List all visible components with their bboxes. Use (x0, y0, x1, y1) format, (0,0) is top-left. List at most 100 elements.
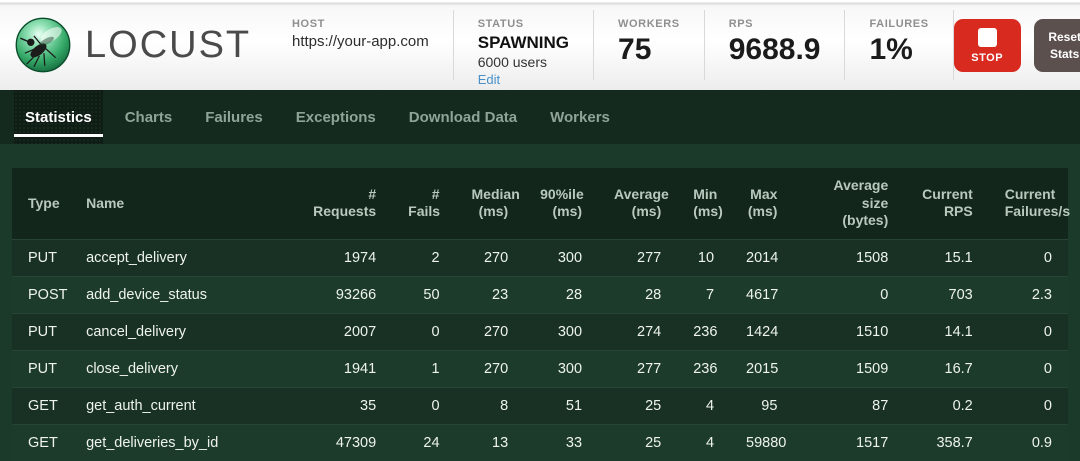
column-header-max[interactable]: Max (ms) (730, 168, 793, 239)
host-info: HOST https://your-app.com (268, 10, 454, 80)
cell-name: accept_delivery (70, 239, 286, 276)
failures-info: FAILURES 1% (845, 10, 953, 80)
cell-max: 95 (730, 387, 793, 424)
cell-current-rps: 15.1 (904, 239, 988, 276)
column-header-avg-size[interactable]: Average size (bytes) (793, 168, 904, 239)
cell-avg-size: 1509 (793, 350, 904, 387)
column-header-fails[interactable]: # Fails (392, 168, 455, 239)
cell-avg-size: 1508 (793, 239, 904, 276)
cell-median: 8 (456, 387, 525, 424)
cell-current-failures: 0 (989, 313, 1068, 350)
workers-label: WORKERS (618, 18, 680, 30)
cell-fails: 0 (392, 387, 455, 424)
cell-type: PUT (12, 239, 70, 276)
cell-p90: 51 (524, 387, 598, 424)
cell-average: 277 (598, 239, 677, 276)
cell-name: add_device_status (70, 276, 286, 313)
column-header-p90[interactable]: 90%ile (ms) (524, 168, 598, 239)
reset-stats-button[interactable]: Reset Stats (1034, 19, 1080, 72)
table-row[interactable]: PUTclose_delivery19411270300277236201515… (12, 350, 1068, 387)
cell-current-failures: 2.3 (989, 276, 1068, 313)
cell-current-failures: 0 (989, 239, 1068, 276)
table-row[interactable]: GETget_auth_current35085125495870.20 (12, 387, 1068, 424)
column-header-current-failures[interactable]: Current Failures/s (989, 168, 1068, 239)
rps-label: RPS (729, 18, 821, 30)
tab-workers[interactable]: Workers (539, 90, 621, 144)
cell-p90: 300 (524, 313, 598, 350)
stop-icon (978, 28, 997, 47)
tab-charts[interactable]: Charts (114, 90, 184, 144)
cell-median: 23 (456, 276, 525, 313)
cell-median: 270 (456, 350, 525, 387)
cell-name: close_delivery (70, 350, 286, 387)
metrics: HOST https://your-app.com STATUS SPAWNIN… (268, 10, 954, 80)
cell-median: 270 (456, 239, 525, 276)
edit-link[interactable]: Edit (478, 72, 500, 87)
table-row[interactable]: POSTadd_device_status9326650232828746170… (12, 276, 1068, 313)
column-header-median[interactable]: Median (ms) (456, 168, 525, 239)
cell-max: 4617 (730, 276, 793, 313)
cell-p90: 300 (524, 239, 598, 276)
cell-current-rps: 14.1 (904, 313, 988, 350)
cell-name: get_auth_current (70, 387, 286, 424)
cell-avg-size: 1510 (793, 313, 904, 350)
status-state: SPAWNING (478, 33, 569, 53)
tab-exceptions[interactable]: Exceptions (285, 90, 387, 144)
status-info: STATUS SPAWNING 6000 users Edit (454, 10, 594, 80)
rps-value: 9688.9 (729, 33, 821, 67)
cell-average: 274 (598, 313, 677, 350)
header-actions: STOP Reset Stats (954, 0, 1080, 90)
tab-download-data[interactable]: Download Data (398, 90, 528, 144)
table-row[interactable]: PUTcancel_delivery2007027030027423614241… (12, 313, 1068, 350)
cell-fails: 0 (392, 313, 455, 350)
status-label: STATUS (478, 18, 569, 30)
cell-type: POST (12, 276, 70, 313)
tab-statistics[interactable]: Statistics (14, 90, 103, 144)
tab-failures[interactable]: Failures (194, 90, 274, 144)
column-header-current-rps[interactable]: Current RPS (904, 168, 988, 239)
cell-type: PUT (12, 313, 70, 350)
cell-current-failures: 0 (989, 387, 1068, 424)
rps-info: RPS 9688.9 (705, 10, 846, 80)
column-header-type[interactable]: Type (12, 168, 70, 239)
cell-min: 236 (677, 313, 730, 350)
status-user-count: 6000 users (478, 54, 569, 70)
cell-max: 2014 (730, 239, 793, 276)
statistics-panel: TypeName# Requests# FailsMedian (ms)90%i… (0, 144, 1080, 461)
column-header-requests[interactable]: # Requests (287, 168, 393, 239)
failures-percent: 1% (869, 33, 928, 67)
cell-current-rps: 16.7 (904, 350, 988, 387)
cell-fails: 1 (392, 350, 455, 387)
cell-requests: 35 (287, 387, 393, 424)
table-row[interactable]: PUTaccept_delivery1974227030027710201415… (12, 239, 1068, 276)
cell-avg-size: 0 (793, 276, 904, 313)
top-bar: LOCUST HOST https://your-app.com STATUS … (0, 0, 1080, 90)
cell-fails: 2 (392, 239, 455, 276)
cell-average: 28 (598, 276, 677, 313)
cell-p90: 28 (524, 276, 598, 313)
column-header-min[interactable]: Min (ms) (677, 168, 730, 239)
locust-app: LOCUST HOST https://your-app.com STATUS … (0, 0, 1080, 461)
column-header-name[interactable]: Name (70, 168, 286, 239)
locust-logo-icon (14, 16, 72, 74)
cell-current-rps: 0.2 (904, 387, 988, 424)
cell-name: cancel_delivery (70, 313, 286, 350)
brand: LOCUST (0, 0, 268, 90)
brand-name: LOCUST (85, 24, 251, 67)
cell-fails: 50 (392, 276, 455, 313)
cell-requests: 1941 (287, 350, 393, 387)
cell-min: 7 (677, 276, 730, 313)
cell-requests: 1974 (287, 239, 393, 276)
workers-info: WORKERS 75 (594, 10, 705, 80)
workers-count: 75 (618, 33, 680, 67)
failures-label: FAILURES (869, 18, 928, 30)
cell-p90: 300 (524, 350, 598, 387)
table-header-row: TypeName# Requests# FailsMedian (ms)90%i… (12, 168, 1068, 239)
cell-requests: 93266 (287, 276, 393, 313)
cell-current-failures: 0 (989, 350, 1068, 387)
column-header-average[interactable]: Average (ms) (598, 168, 677, 239)
stop-button-label: STOP (971, 52, 1003, 64)
cell-average: 277 (598, 350, 677, 387)
stop-button[interactable]: STOP (954, 19, 1021, 72)
host-label: HOST (292, 18, 429, 30)
